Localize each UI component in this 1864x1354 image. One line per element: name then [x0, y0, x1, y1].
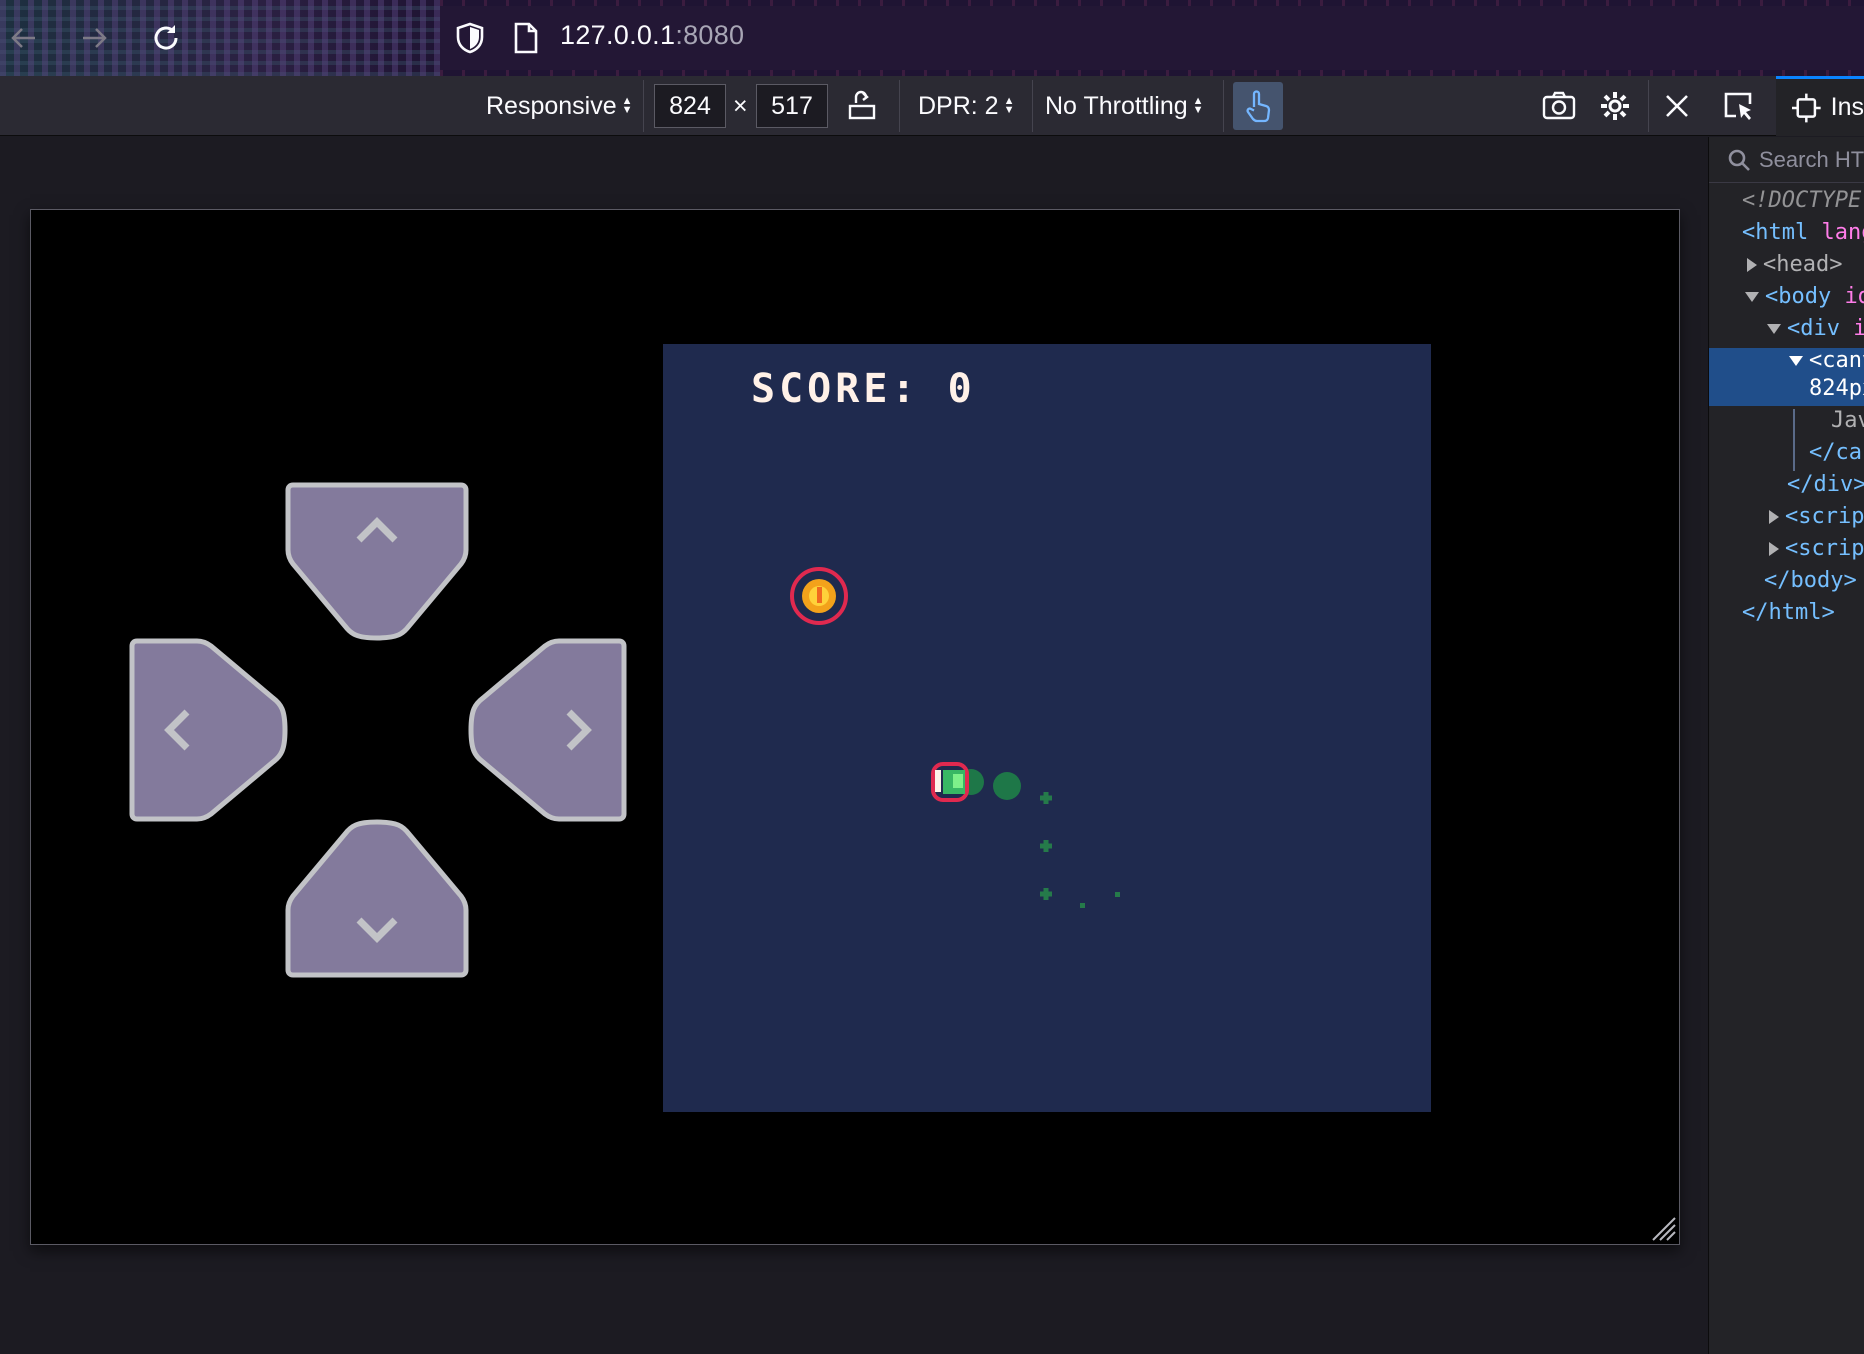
dpad-left-button[interactable]: [129, 638, 289, 822]
screenshot-icon: [1542, 91, 1576, 120]
rotate-button[interactable]: [846, 76, 878, 136]
canvas-close-node[interactable]: </ca: [1809, 437, 1862, 469]
dpad-right-button[interactable]: [467, 638, 627, 822]
screenshot-button[interactable]: [1542, 76, 1576, 136]
search-icon: [1728, 149, 1750, 171]
collapse-icon[interactable]: [1745, 292, 1759, 302]
dpad-down-button[interactable]: [285, 818, 469, 978]
browser-url-bar: 127.0.0.1:8080: [0, 0, 1864, 76]
viewport-height-input[interactable]: 517: [756, 84, 828, 128]
shield-icon: [456, 22, 484, 54]
tab-label: Ins: [1830, 93, 1864, 121]
game-canvas[interactable]: SCORE: 0: [663, 344, 1431, 1112]
page-info-button[interactable]: [506, 18, 546, 58]
tab-inspector[interactable]: Ins: [1776, 76, 1864, 136]
responsive-toolbar: Responsive ▲ ▼ 824 × 517 DPR: 2 ▲ ▼ No Thr…: [0, 76, 1864, 136]
forward-button[interactable]: [74, 18, 114, 58]
doctype-node[interactable]: <!DOCTYPE: [1742, 185, 1861, 217]
expand-icon[interactable]: [1769, 542, 1779, 556]
device-selector[interactable]: Responsive ▲ ▼: [486, 76, 633, 136]
updown-icon: ▲ ▼: [1003, 95, 1015, 116]
divider: [643, 80, 644, 132]
touch-icon: [1246, 90, 1271, 123]
collapse-icon[interactable]: [1789, 356, 1803, 366]
close-icon: [1666, 95, 1688, 117]
search-placeholder: Search HTML: [1759, 146, 1864, 172]
resize-handle[interactable]: [1651, 1216, 1677, 1242]
back-arrow-icon: [11, 28, 35, 48]
collapse-icon[interactable]: [1767, 324, 1781, 334]
expand-icon[interactable]: [1769, 510, 1779, 524]
body-close-node[interactable]: </body>: [1764, 565, 1857, 597]
devtools-inspector-panel: Search HTML <!DOCTYPE <html lang <head> …: [1708, 137, 1864, 1354]
divider: [899, 80, 900, 132]
settings-button[interactable]: [1599, 76, 1631, 136]
element-picker-button[interactable]: [1722, 76, 1756, 136]
player-sprite: [931, 762, 984, 802]
html-close-node[interactable]: </html>: [1742, 597, 1835, 629]
toolbar-background: [0, 0, 440, 76]
search-html-input[interactable]: Search HTML: [1709, 137, 1864, 183]
device-label: Responsive: [486, 91, 617, 120]
script-node[interactable]: <scrip: [1769, 501, 1864, 533]
text-node[interactable]: Jav: [1831, 405, 1864, 437]
site-security-button[interactable]: [450, 18, 490, 58]
updown-icon: ▲ ▼: [1192, 95, 1204, 116]
picker-icon: [1724, 92, 1752, 120]
div-close-node[interactable]: </div>: [1787, 469, 1864, 501]
page-icon: [514, 22, 538, 54]
expand-icon[interactable]: [1747, 258, 1757, 272]
throttling-selector[interactable]: No Throttling ▲ ▼: [1045, 76, 1204, 136]
reload-button[interactable]: [146, 18, 186, 58]
back-button[interactable]: [4, 18, 44, 58]
divider: [1223, 80, 1224, 132]
throttling-label: No Throttling: [1045, 91, 1188, 120]
trail-particles: [993, 772, 1120, 908]
divider: [1032, 80, 1033, 132]
url-port: :8080: [675, 20, 745, 50]
url-host: 127.0.0.1: [560, 20, 676, 50]
dpad-up-button[interactable]: [285, 482, 469, 642]
device-viewport: SCORE: 0: [30, 209, 1680, 1245]
url-text[interactable]: 127.0.0.1:8080: [560, 20, 744, 51]
dpr-selector[interactable]: DPR: 2 ▲ ▼: [918, 76, 1014, 136]
close-rdm-button[interactable]: [1664, 76, 1690, 136]
updown-icon: ▲ ▼: [621, 95, 633, 116]
html-node[interactable]: <html lang: [1742, 217, 1864, 249]
dimension-separator: ×: [733, 91, 748, 120]
script-node[interactable]: <scrip: [1769, 533, 1864, 565]
rotate-icon: [848, 90, 876, 120]
forward-arrow-icon: [83, 28, 107, 48]
viewport-width-input[interactable]: 824: [654, 84, 726, 128]
body-node[interactable]: <body id: [1745, 281, 1864, 313]
divider: [1648, 80, 1649, 132]
settings-icon: [1601, 92, 1629, 120]
coin-sprite: [790, 567, 848, 625]
tree-guide: [1793, 409, 1795, 471]
reload-icon: [154, 25, 178, 50]
inspector-icon: [1792, 93, 1821, 122]
dpr-label: DPR: 2: [918, 91, 999, 120]
div-node[interactable]: <div i: [1767, 313, 1864, 345]
viewport-stage: SCORE: 0: [0, 137, 1708, 1354]
head-node[interactable]: <head>: [1747, 249, 1842, 281]
canvas-size-text: 824px: [1809, 376, 1864, 401]
touch-simulation-button[interactable]: [1233, 82, 1283, 130]
score-text: SCORE: 0: [751, 366, 976, 412]
